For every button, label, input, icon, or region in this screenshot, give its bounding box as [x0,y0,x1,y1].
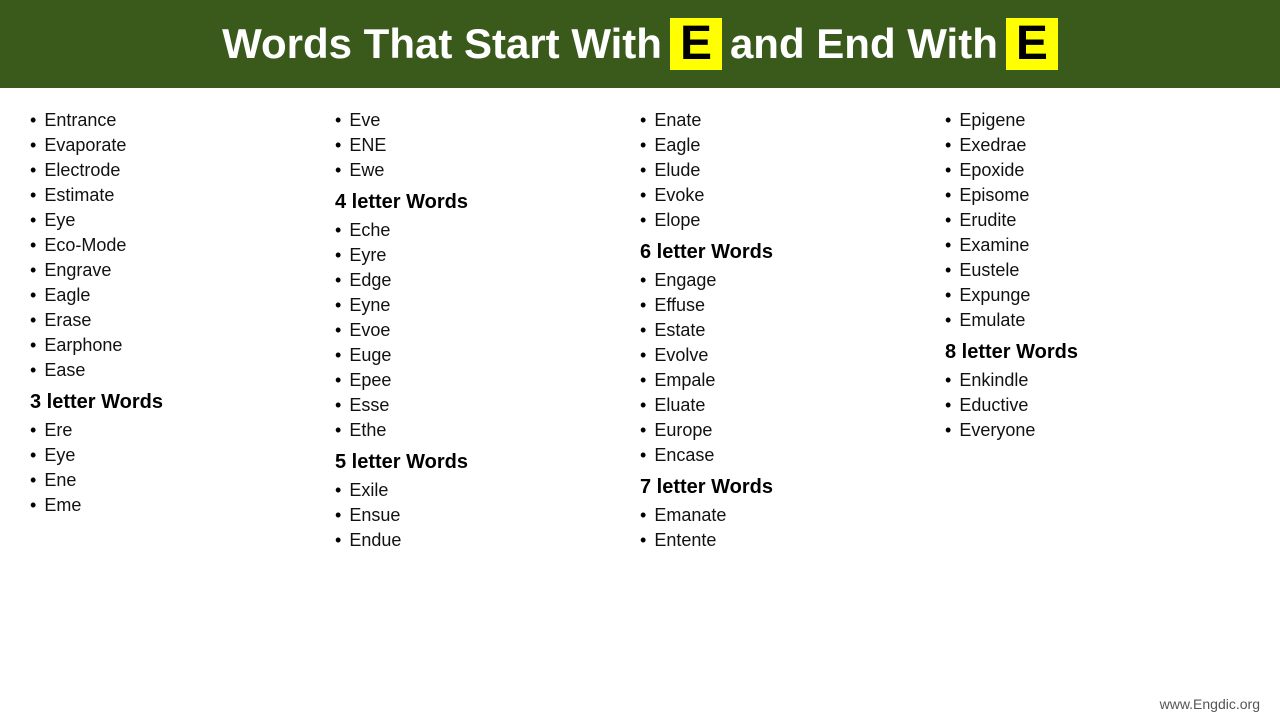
header-letter1: E [670,18,722,70]
header-prefix: Words That Start With [222,20,662,68]
list-item: Eve [335,108,640,133]
column-2: EveENEEwe4 letter WordsEcheEyreEdgeEyneE… [335,108,640,553]
list-item: Eye [30,443,335,468]
word-list-3-1: EnateEagleEludeEvokeElope [640,108,945,233]
section-header-3-2: 6 letter Words [640,241,945,264]
column-3: EnateEagleEludeEvokeElope 6 letter Words E… [640,108,945,553]
list-item: Eyne [335,293,640,318]
list-item: Eagle [640,133,945,158]
list-item: Evoke [640,183,945,208]
word-list-3-2: EngageEffuseEstateEvolveEmpaleEluateEuro… [640,268,945,468]
list-item: Electrode [30,158,335,183]
list-item: Entente [640,528,945,553]
list-item: Estimate [30,183,335,208]
list-item: Ensue [335,503,640,528]
list-item: Examine [945,233,1250,258]
list-item: Eye [30,208,335,233]
list-item: Euge [335,343,640,368]
list-item: Europe [640,418,945,443]
list-item: Entrance [30,108,335,133]
word-list-4-2: EnkindleEductiveEveryone [945,368,1250,443]
list-item: ENE [335,133,640,158]
list-item: Epee [335,368,640,393]
list-item: Eme [30,493,335,518]
list-item: Ease [30,358,335,383]
section-header-3-3: 7 letter Words [640,476,945,499]
header-title: Words That Start With E and End With E [222,18,1058,70]
page-header: Words That Start With E and End With E [0,0,1280,88]
list-item: Encase [640,443,945,468]
list-item: Emulate [945,308,1250,333]
list-item: Erudite [945,208,1250,233]
list-item: Ewe [335,158,640,183]
word-list-3-3: EmanateEntente [640,503,945,553]
list-item: Everyone [945,418,1250,443]
list-item: Epigene [945,108,1250,133]
list-item: Enate [640,108,945,133]
list-item: Eco-Mode [30,233,335,258]
list-item: Ethe [335,418,640,443]
word-list-1-1: EntranceEvaporateElectrodeEstimateEyeEco… [30,108,335,383]
list-item: Enkindle [945,368,1250,393]
list-item: Evolve [640,343,945,368]
list-item: Eustele [945,258,1250,283]
word-list-1-2: EreEyeEneEme [30,418,335,518]
list-item: Eche [335,218,640,243]
list-item: Estate [640,318,945,343]
list-item: Eyre [335,243,640,268]
list-item: Engage [640,268,945,293]
list-item: Eluate [640,393,945,418]
header-middle: and End With [730,20,998,68]
list-item: Elope [640,208,945,233]
content-area: EntranceEvaporateElectrodeEstimateEyeEco… [0,88,1280,563]
list-item: Esse [335,393,640,418]
list-item: Episome [945,183,1250,208]
list-item: Ere [30,418,335,443]
list-item: Exedrae [945,133,1250,158]
section-header-1-2: 3 letter Words [30,391,335,414]
list-item: Eductive [945,393,1250,418]
word-list-2-1: EveENEEwe [335,108,640,183]
list-item: Endue [335,528,640,553]
list-item: Eagle [30,283,335,308]
word-list-2-3: ExileEnsueEndue [335,478,640,553]
column-4: EpigeneExedraeEpoxideEpisomeEruditeExami… [945,108,1250,553]
list-item: Ene [30,468,335,493]
list-item: Emanate [640,503,945,528]
section-header-2-2: 4 letter Words [335,191,640,214]
list-item: Exile [335,478,640,503]
list-item: Empale [640,368,945,393]
footer-url: www.Engdic.org [1160,696,1260,712]
list-item: Edge [335,268,640,293]
list-item: Expunge [945,283,1250,308]
list-item: Engrave [30,258,335,283]
list-item: Evoe [335,318,640,343]
header-letter2: E [1006,18,1058,70]
list-item: Elude [640,158,945,183]
list-item: Earphone [30,333,335,358]
list-item: Erase [30,308,335,333]
column-1: EntranceEvaporateElectrodeEstimateEyeEco… [30,108,335,553]
section-header-4-2: 8 letter Words [945,341,1250,364]
list-item: Epoxide [945,158,1250,183]
section-header-2-3: 5 letter Words [335,451,640,474]
word-list-4-1: EpigeneExedraeEpoxideEpisomeEruditeExami… [945,108,1250,333]
word-list-2-2: EcheEyreEdgeEyneEvoeEugeEpeeEsseEthe [335,218,640,443]
list-item: Effuse [640,293,945,318]
list-item: Evaporate [30,133,335,158]
